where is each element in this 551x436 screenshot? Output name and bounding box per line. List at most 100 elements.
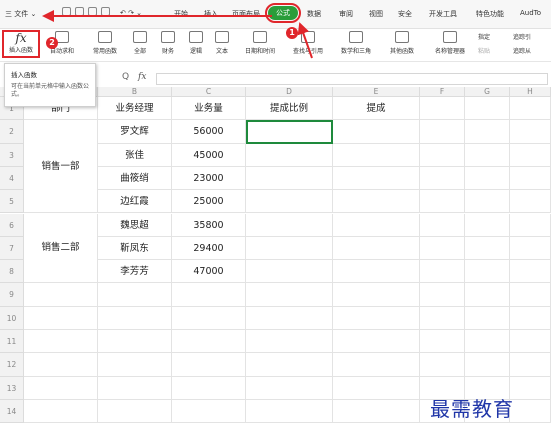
- volume-cell[interactable]: 23000: [172, 166, 246, 191]
- row-header-14[interactable]: 14: [0, 399, 24, 424]
- cell[interactable]: [420, 120, 465, 144]
- cell[interactable]: [333, 166, 420, 191]
- cell[interactable]: [333, 213, 420, 237]
- row-header-12[interactable]: 12: [0, 353, 24, 377]
- cell[interactable]: [333, 353, 420, 377]
- cell[interactable]: [465, 260, 510, 284]
- row-header-3[interactable]: 3: [0, 143, 24, 167]
- cell[interactable]: [333, 330, 420, 354]
- cell[interactable]: [333, 143, 420, 167]
- cell[interactable]: [510, 166, 551, 191]
- row-header-9[interactable]: 9: [0, 283, 24, 307]
- cell[interactable]: [98, 353, 172, 377]
- cell[interactable]: [420, 260, 465, 284]
- row-header-7[interactable]: 7: [0, 236, 24, 261]
- row-header-10[interactable]: 10: [0, 306, 24, 330]
- cell[interactable]: [172, 283, 246, 307]
- cell[interactable]: [510, 353, 551, 377]
- row-header-8[interactable]: 8: [0, 260, 24, 284]
- cell[interactable]: [420, 306, 465, 330]
- cell[interactable]: [465, 190, 510, 214]
- cell[interactable]: [98, 283, 172, 307]
- manager-cell[interactable]: 罗文辉: [98, 120, 172, 144]
- cell[interactable]: [246, 166, 333, 191]
- cell[interactable]: [510, 283, 551, 307]
- cell[interactable]: [420, 190, 465, 214]
- cell[interactable]: [510, 330, 551, 354]
- cell[interactable]: [246, 236, 333, 261]
- cell[interactable]: [246, 330, 333, 354]
- cell[interactable]: [333, 376, 420, 400]
- cell[interactable]: [510, 213, 551, 237]
- cell[interactable]: [465, 120, 510, 144]
- cell[interactable]: [246, 353, 333, 377]
- cell[interactable]: [510, 260, 551, 284]
- volume-cell[interactable]: 45000: [172, 143, 246, 167]
- volume-cell[interactable]: 25000: [172, 190, 246, 214]
- cell[interactable]: [465, 330, 510, 354]
- volume-cell[interactable]: 35800: [172, 213, 246, 237]
- cell[interactable]: [333, 306, 420, 330]
- volume-cell[interactable]: 29400: [172, 236, 246, 261]
- cell[interactable]: [246, 399, 333, 424]
- cell[interactable]: [420, 166, 465, 191]
- row-header-13[interactable]: 13: [0, 376, 24, 400]
- cell[interactable]: [172, 353, 246, 377]
- cell[interactable]: [24, 399, 98, 424]
- manager-cell[interactable]: 边红霞: [98, 190, 172, 214]
- cell[interactable]: [333, 399, 420, 424]
- cell[interactable]: [510, 120, 551, 144]
- volume-cell[interactable]: 56000: [172, 120, 246, 144]
- row-header-4[interactable]: 4: [0, 166, 24, 191]
- cell[interactable]: [420, 330, 465, 354]
- cell[interactable]: [420, 283, 465, 307]
- cell[interactable]: [24, 330, 98, 354]
- row-header-6[interactable]: 6: [0, 213, 24, 237]
- cell[interactable]: [420, 236, 465, 261]
- cell[interactable]: [465, 213, 510, 237]
- cell[interactable]: [465, 236, 510, 261]
- cell[interactable]: [246, 306, 333, 330]
- row-header-11[interactable]: 11: [0, 330, 24, 354]
- cell[interactable]: [98, 330, 172, 354]
- manager-cell[interactable]: 靳凤东: [98, 236, 172, 261]
- cell[interactable]: [333, 283, 420, 307]
- cell[interactable]: [465, 353, 510, 377]
- cell[interactable]: [246, 376, 333, 400]
- row-header-5[interactable]: 5: [0, 190, 24, 214]
- cell[interactable]: [465, 143, 510, 167]
- row-header-2[interactable]: 2: [0, 120, 24, 144]
- cell[interactable]: [24, 283, 98, 307]
- cell[interactable]: [465, 283, 510, 307]
- cell[interactable]: [420, 143, 465, 167]
- cell[interactable]: [172, 306, 246, 330]
- cell[interactable]: [98, 306, 172, 330]
- cell[interactable]: [246, 283, 333, 307]
- cell[interactable]: [24, 353, 98, 377]
- manager-cell[interactable]: 魏思超: [98, 213, 172, 237]
- manager-cell[interactable]: 张佳: [98, 143, 172, 167]
- cell[interactable]: [24, 306, 98, 330]
- cell[interactable]: [510, 236, 551, 261]
- department-cell[interactable]: 销售二部: [24, 213, 98, 284]
- cell[interactable]: [98, 399, 172, 424]
- cell[interactable]: [510, 376, 551, 400]
- cell[interactable]: [98, 376, 172, 400]
- cell[interactable]: [465, 306, 510, 330]
- cell[interactable]: [510, 190, 551, 214]
- cell[interactable]: [333, 236, 420, 261]
- cell[interactable]: [246, 143, 333, 167]
- cell[interactable]: [246, 120, 333, 144]
- volume-cell[interactable]: 47000: [172, 260, 246, 284]
- cell[interactable]: [246, 213, 333, 237]
- manager-cell[interactable]: 曲筱绡: [98, 166, 172, 191]
- cell[interactable]: [333, 120, 420, 144]
- cell[interactable]: [246, 260, 333, 284]
- cell[interactable]: [510, 399, 551, 424]
- cell[interactable]: [333, 260, 420, 284]
- cell[interactable]: [246, 190, 333, 214]
- cell[interactable]: [510, 306, 551, 330]
- cell[interactable]: [420, 213, 465, 237]
- cell[interactable]: [24, 376, 98, 400]
- cell[interactable]: [465, 166, 510, 191]
